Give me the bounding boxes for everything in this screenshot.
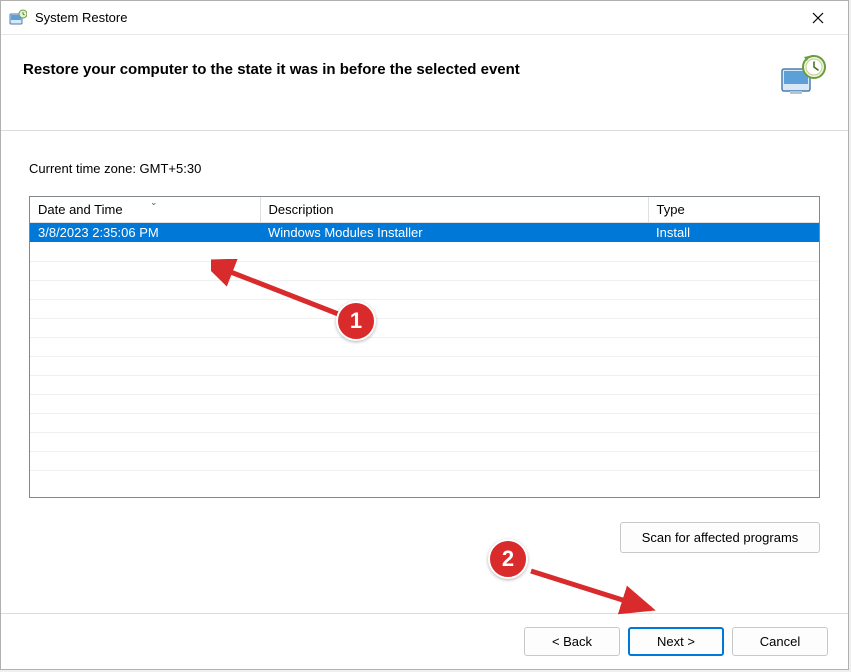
- table-row[interactable]: 3/8/2023 2:35:06 PM Windows Modules Inst…: [30, 223, 819, 243]
- cell-description: Windows Modules Installer: [260, 223, 648, 243]
- header-title: Restore your computer to the state it wa…: [23, 53, 520, 78]
- footer: < Back Next > Cancel: [1, 613, 848, 669]
- restore-points-table[interactable]: Date and Time ⌄ Description Type 3/8/202…: [29, 196, 820, 498]
- scan-affected-programs-button[interactable]: Scan for affected programs: [620, 522, 820, 553]
- header-area: Restore your computer to the state it wa…: [1, 35, 848, 131]
- window-title: System Restore: [35, 10, 796, 25]
- timezone-label: Current time zone: GMT+5:30: [29, 161, 820, 176]
- cell-date: 3/8/2023 2:35:06 PM: [30, 223, 260, 243]
- column-header-type[interactable]: Type: [648, 197, 819, 223]
- restore-icon: [9, 9, 27, 27]
- next-button[interactable]: Next >: [628, 627, 724, 656]
- cell-type: Install: [648, 223, 819, 243]
- close-button[interactable]: [796, 2, 840, 34]
- annotation-arrow-2: [521, 561, 671, 621]
- cancel-button[interactable]: Cancel: [732, 627, 828, 656]
- column-header-description[interactable]: Description: [260, 197, 648, 223]
- scan-button-row: Scan for affected programs: [29, 522, 820, 553]
- restore-large-icon: [778, 53, 826, 101]
- column-header-date-label: Date and Time: [38, 202, 123, 217]
- content-area: Current time zone: GMT+5:30 Date and Tim…: [1, 131, 848, 563]
- chevron-down-icon: ⌄: [150, 197, 158, 208]
- column-header-date[interactable]: Date and Time ⌄: [30, 197, 260, 223]
- system-restore-window: System Restore Restore your computer to …: [0, 0, 849, 670]
- titlebar: System Restore: [1, 1, 848, 35]
- back-button[interactable]: < Back: [524, 627, 620, 656]
